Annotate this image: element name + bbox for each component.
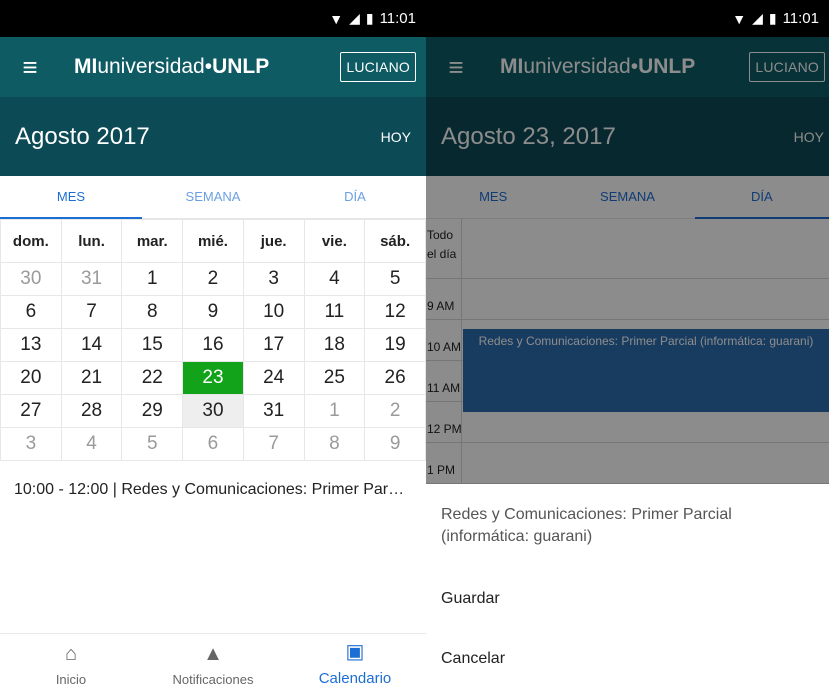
today-day-cell[interactable]: 30 [182, 394, 244, 428]
day-cell[interactable]: 21 [60, 361, 123, 395]
day-cell[interactable]: 27 [0, 394, 62, 428]
event-list-item[interactable]: 10:00 - 12:00 | Redes y Comunicaciones: … [0, 481, 426, 499]
weekday-label: sáb. [364, 219, 426, 263]
day-cell[interactable]: 26 [364, 361, 426, 395]
signal-icon: ◢ [349, 10, 360, 26]
weekday-header-row: dom. lun. mar. mié. jue. vie. sáb. [0, 219, 426, 263]
calendar-header: Agosto 2017 HOY [0, 97, 426, 176]
signal-icon: ◢ [752, 10, 763, 26]
tab-week[interactable]: SEMANA [142, 176, 284, 218]
day-cell[interactable]: 8 [303, 427, 366, 461]
weekday-label: jue. [242, 219, 305, 263]
day-screen: ▼ ◢ ▮ 11:01 ≡ MIuniversidad•UNLP LUCIANO… [426, 0, 829, 691]
day-cell[interactable]: 28 [60, 394, 123, 428]
weekday-label: vie. [303, 219, 366, 263]
day-cell[interactable]: 12 [364, 295, 426, 329]
today-button[interactable]: HOY [381, 129, 411, 145]
day-cell[interactable]: 10 [242, 295, 305, 329]
day-cell[interactable]: 17 [242, 328, 305, 362]
user-button[interactable]: LUCIANO [340, 52, 416, 82]
home-icon: ⌂ [64, 643, 78, 665]
wifi-icon: ▼ [732, 10, 747, 27]
day-cell[interactable]: 4 [60, 427, 123, 461]
app-brand: MIuniversidad•UNLP [74, 55, 270, 78]
wifi-icon: ▼ [329, 10, 344, 27]
day-cell[interactable]: 3 [0, 427, 62, 461]
nav-label: Calendario [318, 670, 392, 687]
day-cell[interactable]: 9 [182, 295, 244, 329]
status-time: 11:01 [782, 10, 819, 27]
day-cell[interactable]: 16 [182, 328, 244, 362]
nav-label: Inicio [55, 672, 87, 687]
weekday-label: dom. [0, 219, 62, 263]
day-cell[interactable]: 31 [242, 394, 305, 428]
day-cell[interactable]: 4 [303, 262, 366, 296]
month-screen: ▼ ◢ ▮ 11:01 ≡ MIuniversidad•UNLP LUCIANO… [0, 0, 426, 691]
day-cell[interactable]: 25 [303, 361, 366, 395]
weekday-label: mié. [182, 219, 244, 263]
week-row: 27 28 29 30 31 1 2 [0, 394, 426, 428]
day-cell[interactable]: 1 [303, 394, 366, 428]
selected-day-cell[interactable]: 23 [182, 361, 244, 395]
nav-calendario[interactable]: ▣ Calendario [284, 634, 426, 691]
status-bar: ▼ ◢ ▮ 11:01 [0, 0, 426, 37]
battery-icon: ▮ [768, 10, 777, 26]
bell-icon: ▲ [203, 643, 223, 665]
cancel-button[interactable]: Cancelar [441, 650, 505, 668]
day-cell[interactable]: 2 [182, 262, 244, 296]
weekday-label: lun. [60, 219, 123, 263]
status-bar: ▼ ◢ ▮ 11:01 [426, 0, 829, 37]
week-row: 6 7 8 9 10 11 12 [0, 295, 426, 329]
app-bar: ≡ MIuniversidad•UNLP LUCIANO [0, 37, 426, 97]
sheet-event-title: Redes y Comunicaciones: Primer Parcial (… [441, 506, 732, 545]
day-cell[interactable]: 2 [364, 394, 426, 428]
status-time: 11:01 [379, 10, 416, 27]
bottom-navigation: ⌂ Inicio ▲ Notificaciones ▣ Calendario [0, 633, 426, 691]
nav-inicio[interactable]: ⌂ Inicio [0, 634, 142, 691]
week-row: 30 31 1 2 3 4 5 [0, 262, 426, 296]
day-cell[interactable]: 22 [121, 361, 184, 395]
month-grid: dom. lun. mar. mié. jue. vie. sáb. 30 31… [0, 219, 426, 461]
day-cell[interactable]: 19 [364, 328, 426, 362]
day-cell[interactable]: 7 [242, 427, 305, 461]
day-cell[interactable]: 8 [121, 295, 184, 329]
day-cell[interactable]: 18 [303, 328, 366, 362]
day-cell[interactable]: 14 [60, 328, 123, 362]
day-cell[interactable]: 24 [242, 361, 305, 395]
day-cell[interactable]: 29 [121, 394, 184, 428]
view-tabs: MES SEMANA DÍA [0, 176, 426, 219]
day-cell[interactable]: 1 [121, 262, 184, 296]
week-row: 20 21 22 23 24 25 26 [0, 361, 426, 395]
day-cell[interactable]: 6 [0, 295, 62, 329]
day-cell[interactable]: 6 [182, 427, 244, 461]
day-cell[interactable]: 20 [0, 361, 62, 395]
day-cell[interactable]: 13 [0, 328, 62, 362]
weekday-label: mar. [121, 219, 184, 263]
week-row: 3 4 5 6 7 8 9 [0, 427, 426, 461]
day-cell[interactable]: 5 [364, 262, 426, 296]
nav-label: Notificaciones [172, 672, 254, 687]
day-cell[interactable]: 3 [242, 262, 305, 296]
action-sheet: Redes y Comunicaciones: Primer Parcial (… [426, 484, 829, 691]
tab-month[interactable]: MES [0, 176, 142, 219]
nav-notificaciones[interactable]: ▲ Notificaciones [142, 634, 284, 691]
calendar-icon: ▣ [345, 641, 365, 663]
week-row: 13 14 15 16 17 18 19 [0, 328, 426, 362]
day-cell[interactable]: 11 [303, 295, 366, 329]
day-cell[interactable]: 15 [121, 328, 184, 362]
save-button[interactable]: Guardar [441, 590, 500, 608]
day-cell[interactable]: 9 [364, 427, 426, 461]
month-title: Agosto 2017 [15, 122, 150, 150]
day-cell[interactable]: 7 [60, 295, 123, 329]
day-cell[interactable]: 30 [0, 262, 62, 296]
battery-icon: ▮ [365, 10, 374, 26]
modal-scrim[interactable] [426, 37, 829, 484]
menu-icon[interactable]: ≡ [8, 54, 52, 80]
tab-day[interactable]: DÍA [284, 176, 426, 218]
day-cell[interactable]: 5 [121, 427, 184, 461]
day-cell[interactable]: 31 [60, 262, 123, 296]
